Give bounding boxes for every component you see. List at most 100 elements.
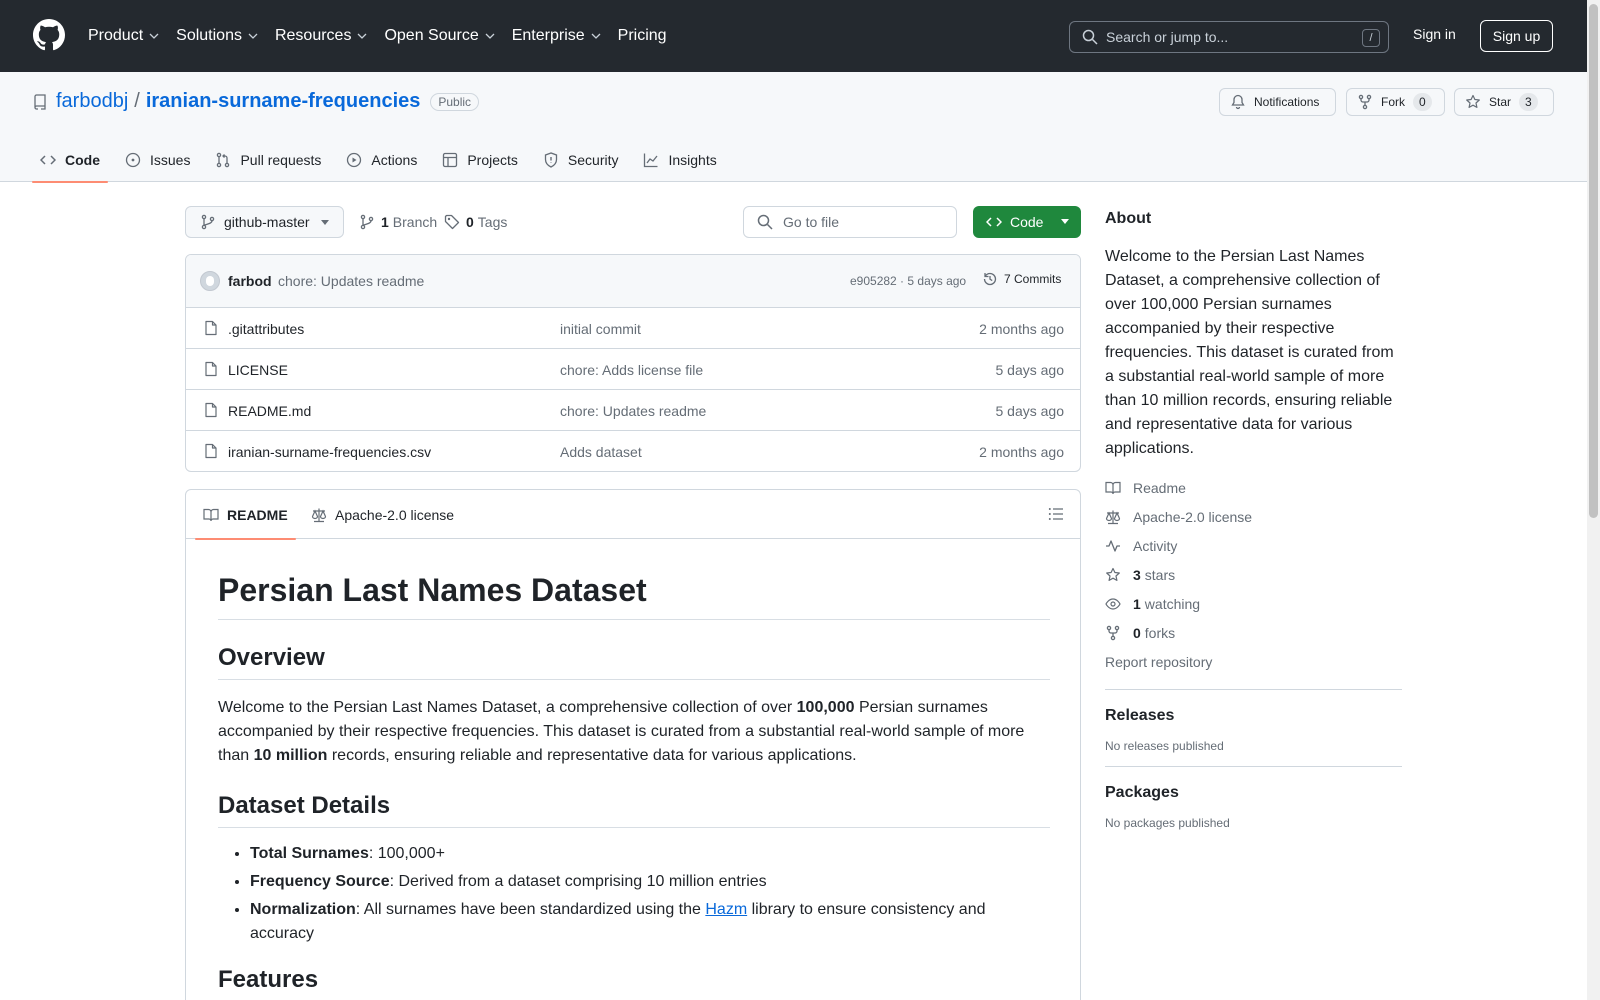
file-row[interactable]: .gitattributes initial commit 2 months a… — [186, 308, 1080, 349]
nav-product[interactable]: Product — [88, 27, 159, 45]
file-row[interactable]: README.md chore: Updates readme 5 days a… — [186, 390, 1080, 431]
fork-button[interactable]: Fork 0 — [1346, 88, 1445, 116]
dataset-details-list: Total Surnames: 100,000+ Frequency Sourc… — [218, 842, 1050, 946]
search-icon — [757, 214, 773, 230]
history-icon — [983, 272, 997, 286]
list-unordered-icon[interactable] — [1048, 506, 1064, 522]
watchers-link[interactable]: 1 watching — [1105, 589, 1402, 618]
repo-icon — [34, 93, 46, 110]
search-icon — [1082, 29, 1098, 45]
readme-link[interactable]: Readme — [1105, 473, 1402, 502]
tag-count: 0 — [466, 214, 474, 230]
fork-icon — [1358, 94, 1372, 110]
book-icon — [1105, 481, 1121, 494]
list-item: Total Surnames: 100,000+ — [250, 842, 1050, 866]
fork-counter: 0 — [1413, 93, 1432, 111]
nav-enterprise[interactable]: Enterprise — [512, 27, 601, 45]
go-to-file-input[interactable]: Go to file — [743, 206, 957, 238]
tab-code[interactable]: Code — [32, 138, 108, 183]
tab-security[interactable]: Security — [535, 138, 627, 182]
releases-heading[interactable]: Releases — [1105, 707, 1402, 725]
code-dropdown-button[interactable]: Code — [973, 206, 1081, 238]
file-icon — [205, 443, 217, 459]
law-icon — [1105, 510, 1121, 524]
about-description: Welcome to the Persian Last Names Datase… — [1105, 248, 1394, 457]
file-list: farbod chore: Updates readme e905282 · 5… — [185, 254, 1081, 472]
commit-author-link[interactable]: farbod — [228, 273, 272, 289]
code-icon — [40, 155, 56, 165]
tab-pull-requests[interactable]: Pull requests — [207, 138, 329, 182]
about-links: Readme Apache-2.0 license Activity 3 star… — [1105, 473, 1402, 676]
commit-hash-time[interactable]: e905282 · 5 days ago — [850, 274, 966, 288]
tags-link[interactable]: 0 Tags — [444, 214, 507, 230]
repo-owner-link[interactable]: farbodbj — [56, 90, 128, 113]
releases-empty-text: No releases published — [1105, 739, 1224, 753]
caret-down-icon — [321, 220, 329, 225]
heading-features: Features — [218, 966, 1050, 1000]
readme-title: Persian Last Names Dataset — [218, 572, 1050, 620]
repo-name-link[interactable]: iranian-surname-frequencies — [146, 90, 421, 113]
global-header: Product Solutions Resources Open Source … — [0, 0, 1587, 72]
file-name-link[interactable]: iranian-surname-frequencies.csv — [228, 444, 431, 460]
play-circle-icon — [347, 152, 362, 168]
scrollbar-thumb[interactable] — [1589, 4, 1598, 518]
file-commit-message[interactable]: initial commit — [560, 321, 641, 337]
commit-message-link[interactable]: chore: Updates readme — [278, 273, 424, 289]
readme-tabs: README Apache-2.0 license — [186, 490, 1080, 540]
file-icon — [205, 320, 217, 336]
license-link[interactable]: Apache-2.0 license — [1105, 502, 1402, 531]
file-icon — [205, 361, 217, 377]
tab-insights[interactable]: Insights — [635, 138, 724, 182]
bell-icon — [1231, 94, 1245, 110]
tab-actions[interactable]: Actions — [338, 138, 425, 182]
book-icon — [203, 508, 219, 521]
packages-heading[interactable]: Packages — [1105, 784, 1402, 802]
file-row[interactable]: LICENSE chore: Adds license file 5 days … — [186, 349, 1080, 390]
tab-issues[interactable]: Issues — [117, 138, 198, 182]
nav-resources[interactable]: Resources — [275, 27, 367, 45]
heading-dataset-details: Dataset Details — [218, 792, 1050, 828]
search-shortcut-key: / — [1362, 29, 1380, 47]
global-nav: Product Solutions Resources Open Source … — [88, 0, 684, 72]
file-name-link[interactable]: README.md — [228, 403, 311, 419]
nav-open-source[interactable]: Open Source — [384, 27, 495, 45]
star-icon — [1466, 94, 1480, 108]
global-search-input[interactable]: Search or jump to... / — [1069, 21, 1389, 53]
file-icon — [205, 402, 217, 418]
star-button[interactable]: Star 3 — [1454, 88, 1554, 116]
tab-readme[interactable]: README — [195, 490, 296, 540]
chevron-down-icon — [591, 33, 601, 39]
file-commit-time: 5 days ago — [995, 403, 1065, 419]
file-commit-message[interactable]: chore: Adds license file — [560, 362, 703, 378]
divider — [1105, 766, 1402, 767]
sign-in-link[interactable]: Sign in — [1413, 26, 1456, 42]
file-commit-time: 2 months ago — [979, 444, 1064, 460]
commits-history-link[interactable]: 7 Commits — [982, 271, 1061, 287]
file-row[interactable]: iranian-surname-frequencies.csv Adds dat… — [186, 431, 1080, 471]
tag-icon — [444, 214, 460, 230]
nav-solutions[interactable]: Solutions — [176, 27, 258, 45]
forks-link[interactable]: 0 forks — [1105, 618, 1402, 647]
hazm-link[interactable]: Hazm — [705, 901, 747, 918]
stars-link[interactable]: 3 stars — [1105, 560, 1402, 589]
github-logo-icon[interactable] — [33, 19, 65, 51]
nav-pricing[interactable]: Pricing — [618, 27, 667, 45]
tab-license[interactable]: Apache-2.0 license — [311, 490, 454, 539]
git-branch-icon — [360, 214, 374, 230]
chevron-down-icon — [485, 33, 495, 39]
file-name-link[interactable]: .gitattributes — [228, 321, 304, 337]
avatar[interactable] — [200, 271, 220, 291]
sign-up-button[interactable]: Sign up — [1480, 20, 1553, 52]
search-placeholder: Search or jump to... — [1106, 29, 1229, 45]
activity-link[interactable]: Activity — [1105, 531, 1402, 560]
file-commit-message[interactable]: Adds dataset — [560, 444, 642, 460]
file-name-link[interactable]: LICENSE — [228, 362, 288, 378]
branches-link[interactable]: 1 Branch — [359, 214, 437, 230]
notifications-button[interactable]: Notifications — [1219, 88, 1336, 116]
packages-empty-text: No packages published — [1105, 816, 1230, 830]
shield-icon — [544, 152, 558, 168]
report-repository-link[interactable]: Report repository — [1105, 647, 1402, 676]
tab-projects[interactable]: Projects — [434, 138, 526, 182]
file-commit-message[interactable]: chore: Updates readme — [560, 403, 706, 419]
branch-selector-button[interactable]: github-master — [185, 206, 344, 238]
